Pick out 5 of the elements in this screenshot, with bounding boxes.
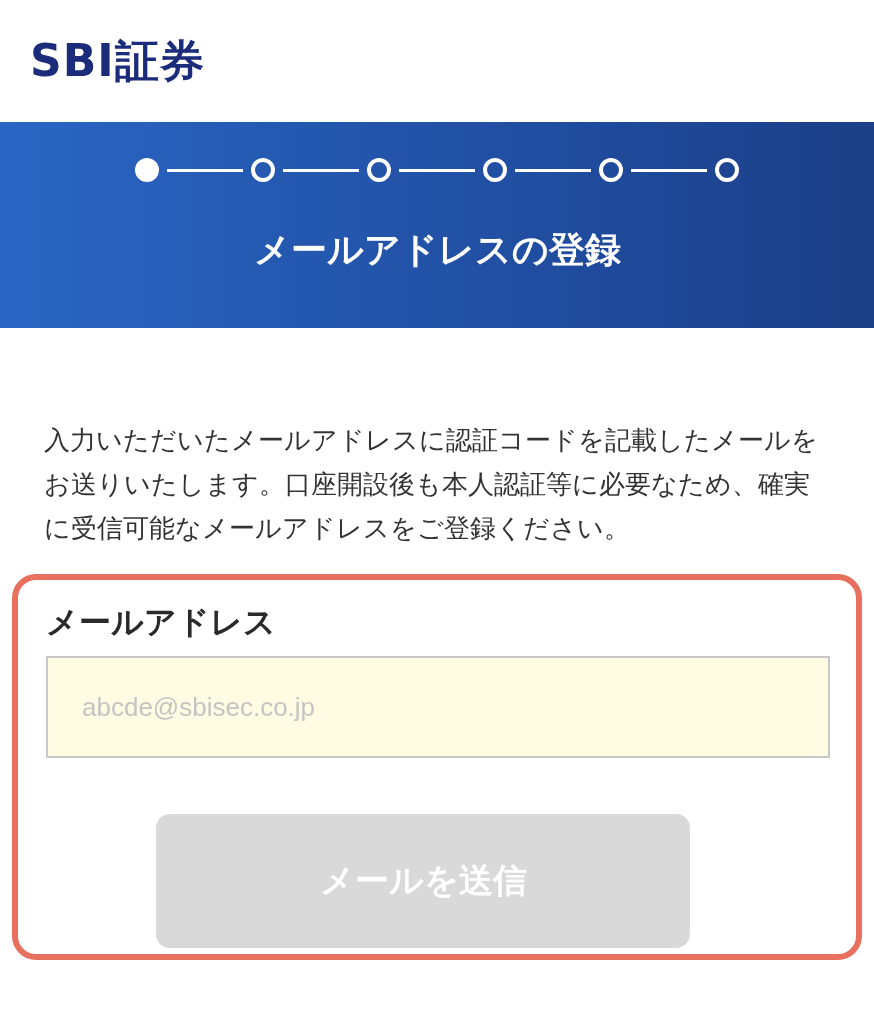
logo: SBI証券 xyxy=(30,33,205,88)
page-title: メールアドレスの登録 xyxy=(253,228,621,272)
description-text: 入力いただいたメールアドレスに認証コードを記載したメールをお送りいたします。口座開設後も本人認証等に必要なため、確実に受信可能なメールアドレスをご登録ください。 xyxy=(44,424,819,545)
field-label: メールアドレス xyxy=(46,602,277,642)
email-field[interactable]: abcde@sbisec.co.jp xyxy=(46,656,830,758)
